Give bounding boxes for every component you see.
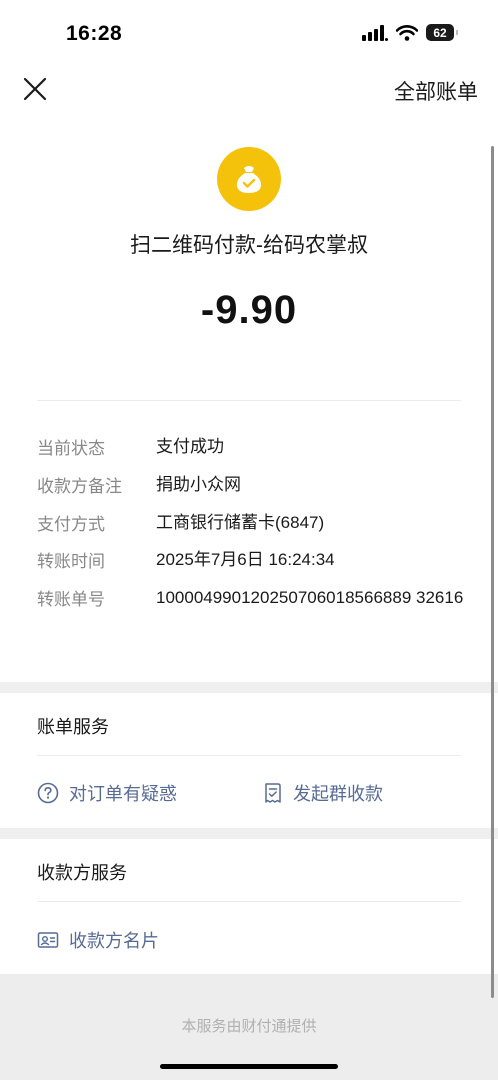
close-icon[interactable] <box>22 76 48 102</box>
scrollbar[interactable] <box>491 146 494 998</box>
detail-label: 收款方备注 <box>37 477 122 496</box>
status-bar: 16:28 62 <box>0 0 498 68</box>
all-bills-link[interactable]: 全部账单 <box>394 76 478 106</box>
detail-label: 转账时间 <box>37 552 105 571</box>
divider <box>37 400 461 401</box>
section-separator <box>0 828 498 839</box>
bill-service-title: 账单服务 <box>37 717 109 737</box>
group-collect-link[interactable]: 发起群收款 <box>263 780 383 806</box>
group-bill-icon <box>265 783 281 803</box>
merchant-logo <box>217 147 281 211</box>
money-bag-icon <box>236 166 262 193</box>
wifi-icon <box>396 24 418 41</box>
order-question-label: 对订单有疑惑 <box>69 784 177 804</box>
divider <box>37 901 461 902</box>
business-card-icon <box>37 932 59 948</box>
status-icons: 62 <box>362 24 458 41</box>
section-separator <box>0 682 498 693</box>
detail-label: 转账单号 <box>37 590 105 609</box>
question-circle-icon <box>37 782 59 804</box>
nav-bar: 全部账单 <box>0 68 498 110</box>
detail-value: 2025年7月6日 16:24:34 <box>156 550 335 569</box>
order-question-link[interactable]: 对订单有疑惑 <box>37 780 177 806</box>
detail-value: 100004990120250706018566889 32616 <box>156 588 464 607</box>
detail-value: 捐助小众网 <box>156 475 241 494</box>
group-collect-label: 发起群收款 <box>293 784 383 804</box>
home-indicator[interactable] <box>160 1064 338 1069</box>
signal-icon <box>362 24 388 41</box>
battery-icon: 62 <box>426 24 458 41</box>
status-time: 16:28 <box>66 22 123 45</box>
detail-label: 当前状态 <box>37 439 105 458</box>
divider <box>37 755 461 756</box>
detail-label: 支付方式 <box>37 515 105 534</box>
detail-value: 支付成功 <box>156 437 224 456</box>
payee-card-link[interactable]: 收款方名片 <box>37 927 159 953</box>
detail-value: 工商银行储蓄卡(6847) <box>156 513 325 532</box>
payee-service-title: 收款方服务 <box>37 863 127 883</box>
merchant-name: 扫二维码付款-给码农掌叔 <box>130 234 368 257</box>
transaction-amount: -9.90 <box>200 288 298 332</box>
footer-text: 本服务由财付通提供 <box>181 1018 317 1035</box>
battery-level: 62 <box>433 25 447 40</box>
payee-card-label: 收款方名片 <box>69 931 159 951</box>
